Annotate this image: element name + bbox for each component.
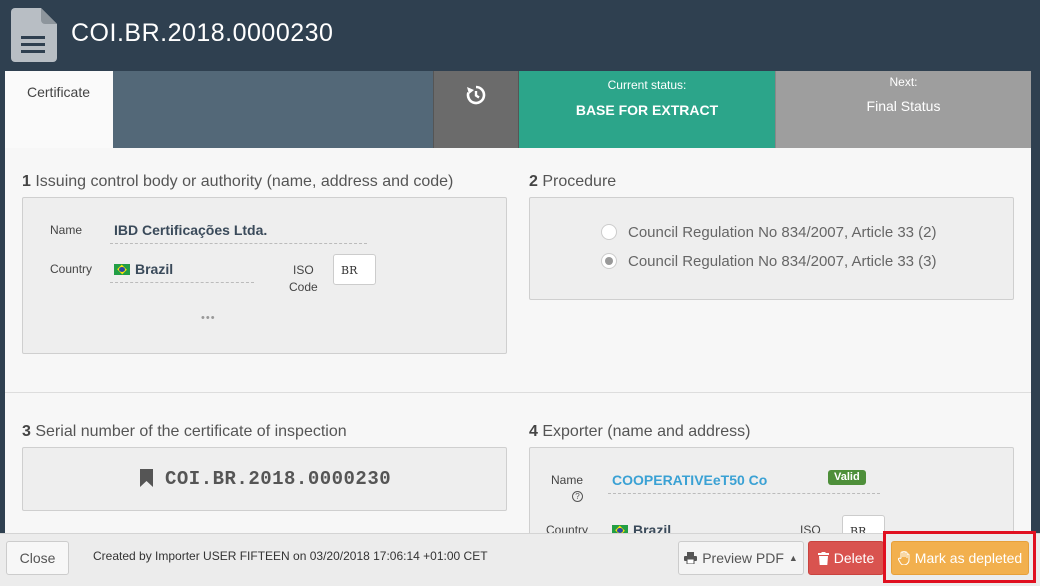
status-bar: Certificate Current status: BASE FOR EXT… — [5, 71, 1031, 148]
history-button[interactable] — [433, 71, 519, 148]
delete-button[interactable]: Delete — [808, 541, 884, 575]
section-1-label: Issuing control body or authority (name,… — [35, 173, 454, 190]
name-label: Name — [50, 223, 83, 237]
procedure-option-1[interactable]: Council Regulation No 834/2007, Article … — [628, 224, 937, 241]
section-4-label: Exporter (name and address) — [542, 423, 751, 440]
name-underline — [110, 243, 367, 244]
brazil-flag-icon — [114, 264, 130, 275]
section-4-number: 4 — [529, 423, 538, 440]
more-icon[interactable]: ••• — [201, 312, 216, 324]
print-icon — [684, 552, 698, 564]
exporter-name-link[interactable]: COOPERATIVEeT50 Co — [612, 472, 767, 488]
section-2-number: 2 — [529, 173, 538, 190]
section-2-title: 2 Procedure — [529, 173, 616, 191]
caret-down-icon: ▲ — [788, 553, 798, 563]
next-status-value: Final Status — [866, 98, 941, 114]
issuer-name-value: IBD Certificações Ltda. — [114, 222, 268, 238]
current-status-value: BASE FOR EXTRACT — [575, 102, 719, 118]
iso-label-line2: Code — [289, 280, 318, 294]
preview-pdf-label: Preview PDF — [702, 550, 784, 566]
procedure-radio-2[interactable] — [601, 253, 617, 269]
country-label: Country — [50, 262, 93, 276]
section-2-label: Procedure — [542, 173, 617, 190]
page-title: COI.BR.2018.0000230 — [71, 19, 334, 47]
created-info: Created by Importer USER FIFTEEN on 03/2… — [93, 549, 488, 563]
section-3-label: Serial number of the certificate of insp… — [35, 423, 347, 440]
bookmark-icon — [140, 469, 153, 487]
iso-code-field: BR — [333, 254, 376, 285]
tab-certificate[interactable]: Certificate — [5, 71, 113, 148]
current-status-caption: Current status: — [607, 78, 687, 92]
document-icon — [11, 8, 57, 62]
section-3-number: 3 — [22, 423, 31, 440]
country-value-text: Brazil — [135, 261, 174, 277]
certificate-form: 1 Issuing control body or authority (nam… — [5, 148, 1031, 536]
exporter-name-label: Name — [551, 473, 584, 487]
country-value: Brazil — [114, 261, 173, 277]
close-button[interactable]: Close — [6, 541, 69, 575]
exporter-box: Name ? COOPERATIVEeT50 Co Valid Country … — [529, 447, 1014, 536]
issuing-body-box: Name IBD Certificações Ltda. Country Bra… — [22, 197, 507, 354]
section-divider — [5, 392, 1031, 393]
section-4-title: 4 Exporter (name and address) — [529, 423, 750, 441]
next-status-button[interactable]: Next: Final Status — [775, 71, 1031, 148]
serial-number-box: COI.BR.2018.0000230 — [22, 447, 507, 511]
section-1-title: 1 Issuing control body or authority (nam… — [22, 173, 453, 191]
preview-pdf-button[interactable]: Preview PDF ▲ — [678, 541, 804, 575]
iso-code-label: ISO Code — [289, 262, 318, 296]
current-status-panel: Current status: BASE FOR EXTRACT — [519, 71, 775, 148]
procedure-option-2[interactable]: Council Regulation No 834/2007, Article … — [628, 253, 937, 270]
highlight-frame — [883, 531, 1036, 583]
iso-label-line1: ISO — [293, 263, 314, 277]
top-bar: COI.BR.2018.0000230 — [0, 0, 1040, 70]
section-3-title: 3 Serial number of the certificate of in… — [22, 423, 347, 441]
next-status-caption: Next: — [889, 75, 918, 89]
help-icon[interactable]: ? — [572, 491, 583, 502]
exporter-name-underline — [608, 493, 880, 494]
country-underline — [110, 282, 254, 283]
delete-label: Delete — [833, 550, 875, 566]
section-1-number: 1 — [22, 173, 31, 190]
procedure-radio-1[interactable] — [601, 224, 617, 240]
procedure-box: Council Regulation No 834/2007, Article … — [529, 197, 1014, 300]
valid-badge: Valid — [828, 470, 866, 485]
history-icon — [466, 85, 486, 105]
trash-icon — [817, 551, 829, 565]
serial-number-value: COI.BR.2018.0000230 — [165, 468, 392, 490]
